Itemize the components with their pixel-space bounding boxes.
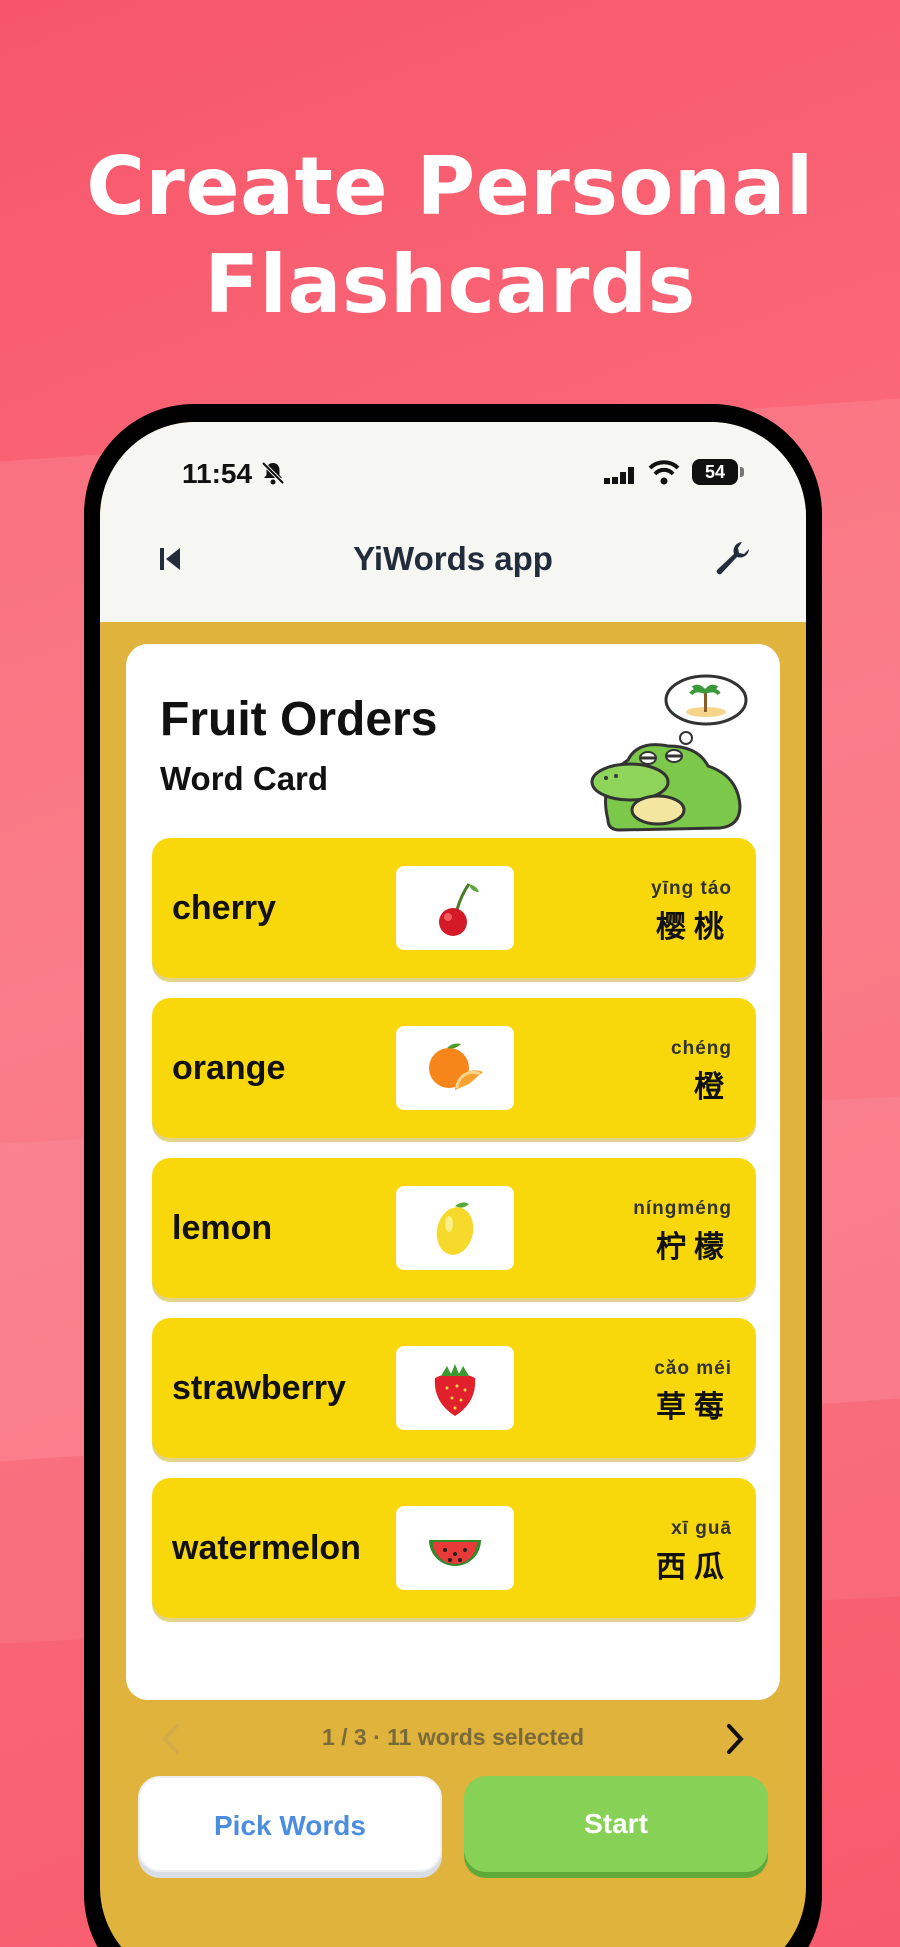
word-picture — [396, 1026, 514, 1110]
pager-status: 1 / 3 · 11 words selected — [321, 1724, 585, 1750]
word-pinyin: níngméng — [633, 1198, 732, 1219]
start-button[interactable]: Start — [464, 1776, 768, 1872]
word-hanzi: 草莓 — [656, 1390, 732, 1425]
cherry-icon — [439, 883, 479, 936]
strawberry-icon — [434, 1364, 476, 1416]
top-bar: 11:54 54 YiWords app — [100, 422, 806, 622]
word-hanzi: 橙 — [694, 1070, 732, 1105]
card-subtitle: Word Card — [160, 760, 329, 797]
word-hanzi: 西瓜 — [656, 1550, 732, 1585]
word-picture — [396, 1506, 514, 1590]
word-picture — [396, 1186, 514, 1270]
word-pinyin: yīng táo — [651, 878, 732, 899]
battery-cap — [740, 467, 744, 477]
chevron-right-icon[interactable] — [722, 1722, 748, 1756]
word-english: lemon — [172, 1209, 273, 1247]
word-picture — [396, 1346, 514, 1430]
wrench-icon[interactable] — [712, 538, 752, 578]
cellular-signal-icon — [604, 463, 634, 484]
card-title: Fruit Orders — [160, 693, 438, 746]
word-row-watermelon[interactable]: watermelon xī guā 西瓜 — [152, 1478, 756, 1618]
app-title: YiWords app — [353, 540, 553, 577]
word-row-strawberry[interactable]: strawberry cǎo méi 草莓 — [152, 1318, 756, 1458]
app-screen: 11:54 54 YiWords app Fruit Orders Word C… — [100, 422, 806, 1947]
word-hanzi: 柠檬 — [656, 1230, 732, 1265]
headline-line-2: Flashcards — [204, 238, 696, 331]
word-english: strawberry — [172, 1369, 346, 1407]
headline-line-1: Create Personal — [86, 140, 814, 233]
status-time: 11:54 — [182, 458, 253, 489]
wifi-icon — [648, 460, 680, 485]
word-hanzi: 樱桃 — [656, 910, 732, 945]
word-picture — [396, 866, 514, 950]
word-card: Fruit Orders Word Card cherry yīng táo 樱… — [126, 644, 780, 1700]
word-pinyin: xī guā — [671, 1518, 732, 1539]
word-row-cherry[interactable]: cherry yīng táo 樱桃 — [152, 838, 756, 978]
word-pinyin: cǎo méi — [654, 1358, 732, 1379]
promo-headline: Create Personal Flashcards — [0, 138, 900, 334]
word-pinyin: chéng — [671, 1038, 732, 1059]
pick-words-button[interactable]: Pick Words — [138, 1776, 442, 1872]
lemon-icon — [436, 1202, 474, 1255]
bell-muted-icon — [261, 461, 285, 485]
crocodile-mascot-icon — [590, 674, 748, 832]
word-row-orange[interactable]: orange chéng 橙 — [152, 998, 756, 1138]
orange-icon — [429, 1043, 483, 1090]
battery-icon: 54 — [692, 459, 738, 485]
watermelon-icon — [429, 1540, 481, 1566]
word-row-lemon[interactable]: lemon níngméng 柠檬 — [152, 1158, 756, 1298]
word-english: watermelon — [172, 1529, 361, 1567]
word-english: orange — [172, 1049, 286, 1087]
word-english: cherry — [172, 889, 276, 927]
